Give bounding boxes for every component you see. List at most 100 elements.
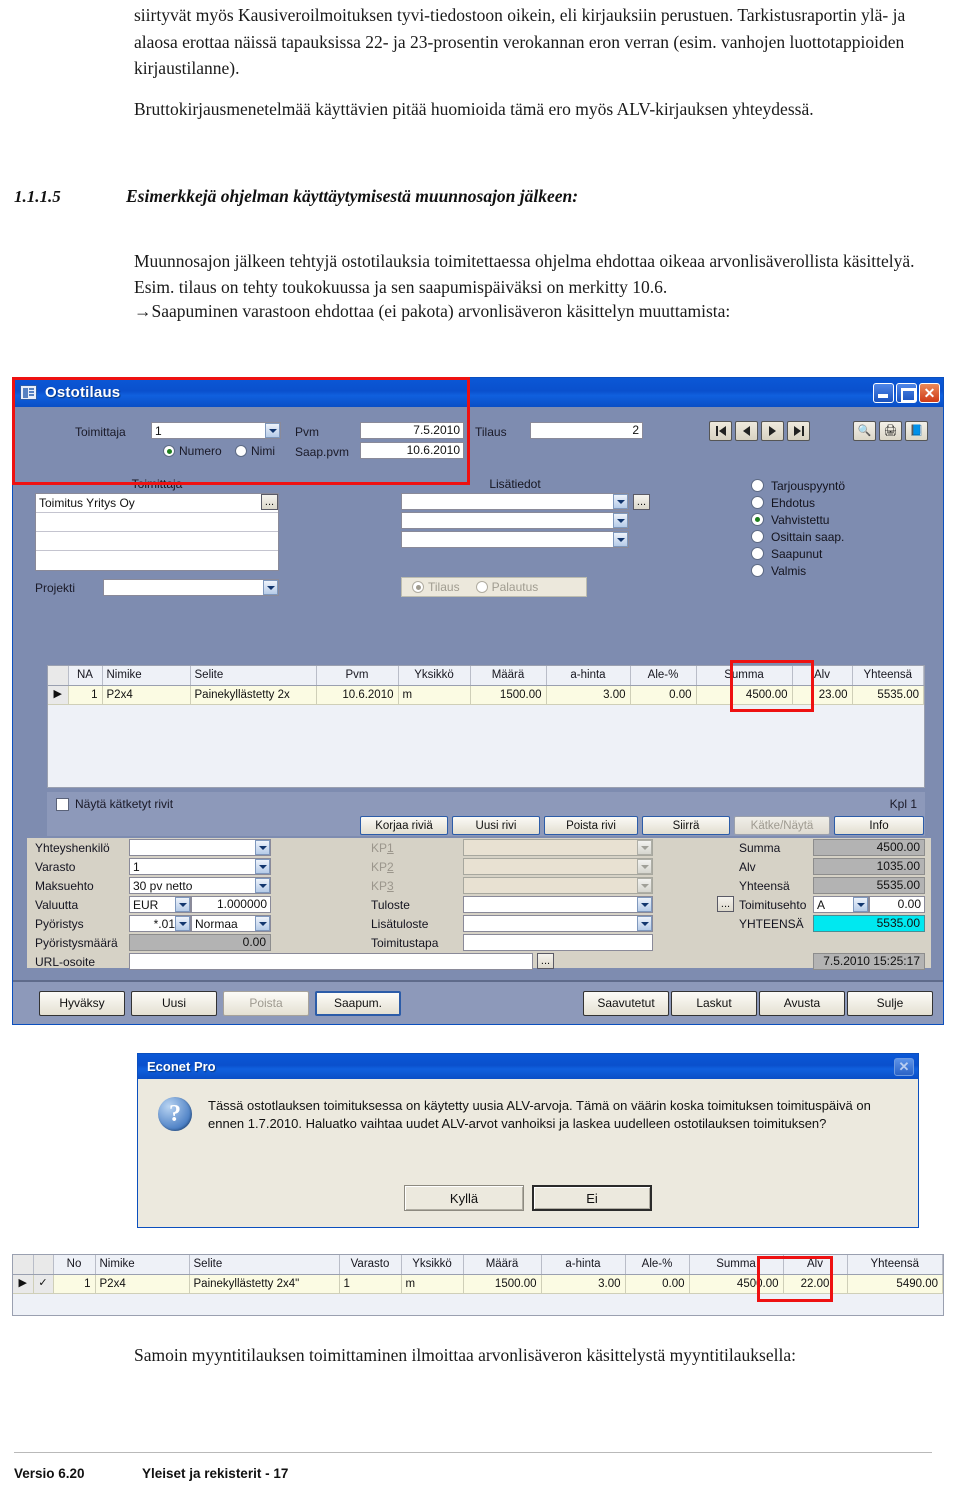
saap-pvm-input[interactable]: 10.6.2010 — [360, 442, 464, 459]
status-option-0[interactable]: Tarjouspyyntö — [751, 477, 845, 494]
saapum-button[interactable]: Saapum. — [315, 990, 401, 1016]
radio-tilaus[interactable]: Tilaus — [412, 580, 460, 594]
yhteyshenkilo-combo[interactable] — [129, 839, 271, 856]
line-items-grid[interactable]: NA Nimike Selite Pvm Yksikkö Määrä a-hin… — [47, 665, 925, 788]
valuutta-rate-input[interactable]: 1.000000 — [191, 896, 271, 913]
lower-col-summa[interactable]: Summa — [689, 1255, 784, 1275]
extra-combo-1[interactable] — [401, 493, 629, 510]
saavutetut-button[interactable]: Saavutetut — [583, 990, 669, 1016]
grid-col-ale[interactable]: Ale-% — [630, 666, 697, 686]
tuloste-combo[interactable] — [463, 896, 653, 913]
lower-cell-nimike[interactable]: P2x4 — [95, 1274, 190, 1294]
grid-col-summa[interactable]: Summa — [696, 666, 793, 686]
chevron-down-icon[interactable] — [263, 580, 278, 595]
lower-col-ale[interactable]: Ale-% — [625, 1255, 690, 1275]
close-button[interactable]: ✕ — [919, 382, 940, 403]
status-option-3[interactable]: Osittain saap. — [751, 528, 845, 545]
cell-yksikko[interactable]: m — [398, 685, 471, 705]
pvm-input[interactable]: 7.5.2010 — [360, 422, 464, 439]
chevron-down-icon[interactable] — [613, 513, 628, 528]
lower-col-ahinta[interactable]: a-hinta — [541, 1255, 626, 1275]
chevron-down-icon[interactable] — [637, 897, 652, 912]
book-icon[interactable]: 📘 — [905, 421, 928, 441]
chevron-down-icon[interactable] — [853, 897, 868, 912]
prev-record-button[interactable] — [735, 421, 758, 441]
supplier-combo[interactable]: 1 — [151, 422, 281, 439]
cell-ale[interactable]: 0.00 — [630, 685, 697, 705]
lower-col-varasto[interactable]: Varasto — [339, 1255, 402, 1275]
maximize-button[interactable] — [896, 382, 917, 403]
lower-cell-no[interactable]: 1 — [53, 1274, 96, 1294]
supplier-line-4[interactable] — [36, 551, 278, 570]
chevron-down-icon[interactable] — [175, 916, 190, 931]
chevron-down-icon[interactable] — [637, 916, 652, 931]
toimitustapa-input[interactable] — [463, 934, 653, 951]
supplier-browse-button[interactable]: ... — [261, 494, 278, 510]
first-record-button[interactable] — [709, 421, 732, 441]
url-osoite-input[interactable] — [129, 953, 533, 970]
next-record-button[interactable] — [761, 421, 784, 441]
grid-col-selite[interactable]: Selite — [190, 666, 317, 686]
lower-col-yksikko[interactable]: Yksikkö — [401, 1255, 464, 1275]
status-option-2[interactable]: Vahvistettu — [751, 511, 845, 528]
dialog-close-button[interactable]: ✕ — [894, 1057, 914, 1076]
uusi-rivi-button[interactable]: Uusi rivi — [452, 816, 540, 835]
status-option-5[interactable]: Valmis — [751, 562, 845, 579]
supplier-address-box[interactable]: Toimitus Yritys Oy — [35, 493, 279, 571]
pyoristys-mode-combo[interactable]: Normaa — [191, 915, 271, 932]
lower-cell-summa[interactable]: 4500.00 — [689, 1274, 784, 1294]
chevron-down-icon[interactable] — [613, 532, 628, 547]
extra-browse-button[interactable]: ... — [633, 494, 650, 510]
maksuehto-combo[interactable]: 30 pv netto — [129, 877, 271, 894]
radio-numero[interactable]: Numero — [163, 444, 222, 458]
print-icon[interactable]: 🖨 — [879, 421, 902, 441]
avusta-button[interactable]: Avusta — [759, 990, 845, 1016]
cell-yhteensa[interactable]: 5535.00 — [852, 685, 924, 705]
table-row[interactable]: ▶ ✓ 1 P2x4 Painekyllästetty 2x4" 1 m 150… — [13, 1274, 943, 1294]
lower-col-alv[interactable]: Alv — [783, 1255, 848, 1275]
sulje-button[interactable]: Sulje — [847, 990, 933, 1016]
grid-col-pvm[interactable]: Pvm — [316, 666, 399, 686]
lower-cell-maara[interactable]: 1500.00 — [463, 1274, 542, 1294]
cell-nimike[interactable]: P2x4 — [102, 685, 191, 705]
supplier-line-1[interactable]: Toimitus Yritys Oy — [36, 494, 278, 513]
chevron-down-icon[interactable] — [613, 494, 628, 509]
dialog-no-button[interactable]: Ei — [532, 1185, 652, 1211]
radio-nimi[interactable]: Nimi — [235, 444, 275, 458]
extra-combo-2[interactable] — [401, 512, 629, 529]
chevron-down-icon[interactable] — [255, 916, 270, 931]
poista-rivi-button[interactable]: Poista rivi — [544, 816, 638, 835]
grid-col-maara[interactable]: Määrä — [470, 666, 547, 686]
tilaus-number-input[interactable]: 2 — [530, 422, 643, 439]
grid-col-nimike[interactable]: Nimike — [102, 666, 191, 686]
radio-palautus[interactable]: Palautus — [475, 580, 538, 594]
status-option-4[interactable]: Saapunut — [751, 545, 845, 562]
info-button[interactable]: Info — [834, 816, 924, 835]
valuutta-combo[interactable]: EUR — [129, 896, 191, 913]
cell-selite[interactable]: Painekyllästetty 2x — [190, 685, 317, 705]
lower-col-yhteensa[interactable]: Yhteensä — [847, 1255, 943, 1275]
status-option-1[interactable]: Ehdotus — [751, 494, 845, 511]
lower-cell-varasto[interactable]: 1 — [339, 1274, 402, 1294]
lower-col-no[interactable]: No — [53, 1255, 96, 1275]
lower-cell-yhteensa[interactable]: 5490.00 — [847, 1274, 943, 1294]
url-browse-button[interactable]: ... — [537, 953, 554, 969]
cell-summa[interactable]: 4500.00 — [696, 685, 793, 705]
cell-ahinta[interactable]: 3.00 — [546, 685, 631, 705]
toimitusehto-browse-button[interactable]: ... — [717, 896, 734, 912]
cell-alv[interactable]: 23.00 — [792, 685, 853, 705]
lower-cell-alv[interactable]: 22.00 — [783, 1274, 848, 1294]
chevron-down-icon[interactable] — [265, 423, 280, 438]
laskut-button[interactable]: Laskut — [671, 990, 757, 1016]
grid-col-na[interactable]: NA — [68, 666, 103, 686]
cell-pvm[interactable]: 10.6.2010 — [316, 685, 399, 705]
grid-col-alv[interactable]: Alv — [792, 666, 853, 686]
lower-col-maara[interactable]: Määrä — [463, 1255, 542, 1275]
siirra-button[interactable]: Siirrä — [642, 816, 730, 835]
chevron-down-icon[interactable] — [255, 840, 270, 855]
chevron-down-icon[interactable] — [175, 897, 190, 912]
lower-row-selector[interactable]: ▶ — [13, 1274, 34, 1294]
table-row[interactable]: ▶ 1 P2x4 Painekyllästetty 2x 10.6.2010 m… — [48, 685, 924, 705]
supplier-line-3[interactable] — [36, 532, 278, 551]
row-selector[interactable]: ▶ — [48, 685, 69, 705]
